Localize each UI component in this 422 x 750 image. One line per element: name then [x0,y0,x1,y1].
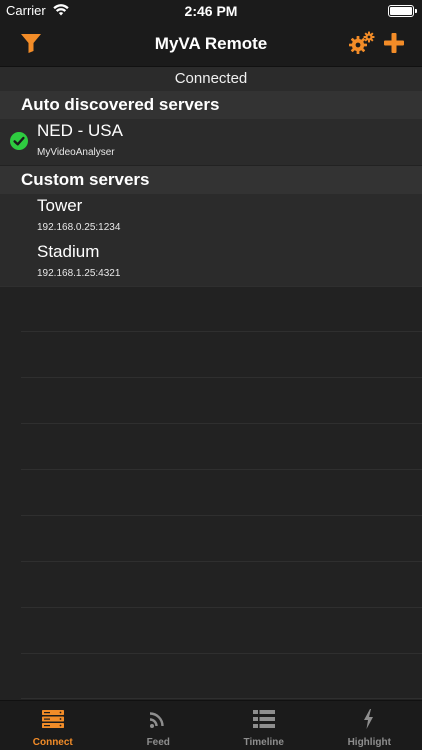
tab-label: Highlight [347,737,391,748]
tab-connect[interactable]: Connect [0,701,106,750]
status-bar: Carrier 2:46 PM [0,0,422,22]
connection-status: Connected [0,66,422,91]
server-detail: 192.168.0.25:1234 [37,222,121,233]
separator [21,515,422,516]
bolt-icon [364,709,374,729]
tab-label: Connect [32,737,73,748]
server-name: NED - USA [37,121,123,140]
server-row-tower[interactable]: Tower 192.168.0.25:1234 [0,194,422,240]
server-detail: MyVideoAnalyser [37,147,115,158]
navigation-bar: MyVA Remote [0,22,422,66]
clock: 2:46 PM [184,3,238,19]
section-header-custom-servers: Custom servers [0,166,422,194]
tab-label: Feed [146,737,170,748]
section-header-auto-discovered: Auto discovered servers [0,91,422,119]
plus-icon[interactable] [383,32,405,54]
tab-bar: Connect Feed Timeline Highlight [0,700,422,750]
tab-feed[interactable]: Feed [106,701,212,750]
separator [21,423,422,424]
settings-gear-icon[interactable] [349,31,375,55]
server-row-stadium[interactable]: Stadium 192.168.1.25:4321 [0,240,422,286]
tab-highlight[interactable]: Highlight [317,701,422,750]
server-stack-icon [41,710,64,728]
rss-icon [150,712,164,728]
server-name: Stadium [37,242,100,261]
separator [21,698,422,699]
separator [21,607,422,608]
check-circle-icon [10,132,28,150]
server-row-ned-usa[interactable]: NED - USA MyVideoAnalyser [0,119,422,165]
list-icon [252,710,275,728]
battery-icon [388,5,417,17]
separator [21,653,422,654]
server-detail: 192.168.1.25:4321 [37,268,121,279]
separator [21,561,422,562]
tab-label: Timeline [243,737,284,748]
server-name: Tower [37,196,83,215]
separator [21,331,422,332]
tab-timeline[interactable]: Timeline [211,701,317,750]
separator [21,377,422,378]
empty-table-area [0,286,422,700]
separator [21,469,422,470]
separator [0,286,422,287]
